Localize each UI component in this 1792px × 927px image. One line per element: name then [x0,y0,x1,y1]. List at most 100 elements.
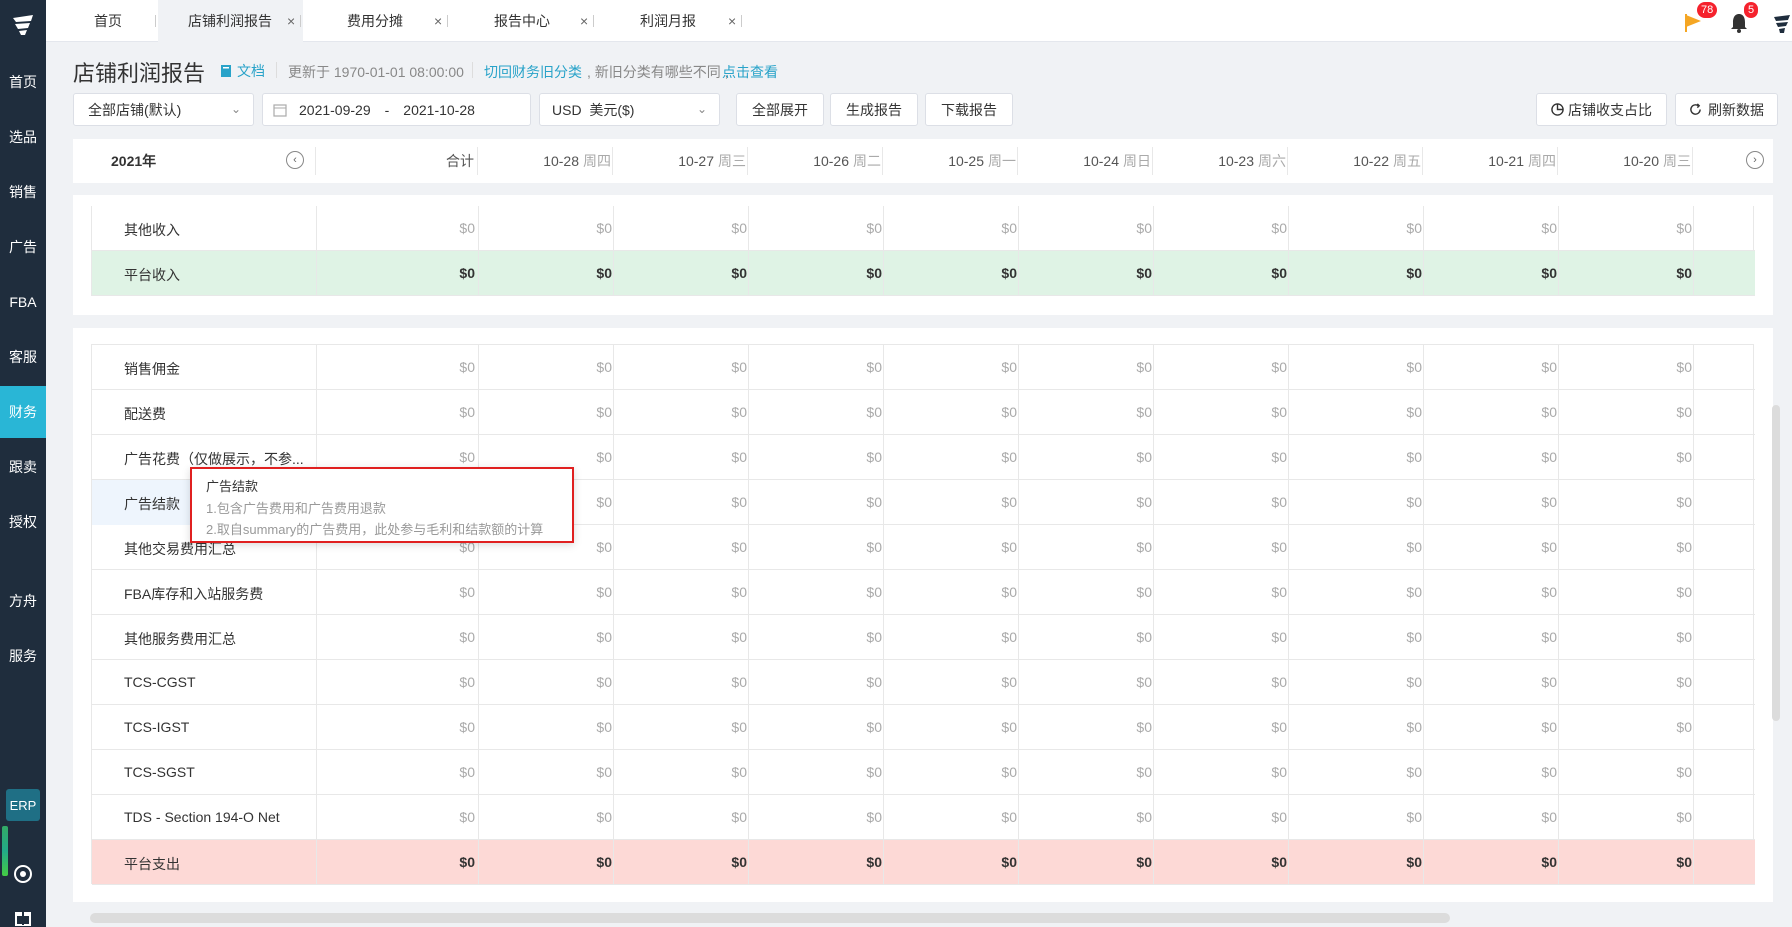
tab-0[interactable]: 首页 [46,0,158,42]
generate-report-button[interactable]: 生成报告 [830,93,918,126]
row-label: 平台支出 [124,856,180,872]
row-value: $0 [1136,404,1152,420]
row-value: $0 [459,359,475,375]
switch-category-link[interactable]: 切回财务旧分类 [484,62,582,82]
table-row[interactable]: 平台支出 $0 $0 $0 $0 $0 $0 $0 $0 $0 $0 [92,840,1755,885]
sidebar-item-0[interactable]: 首页 [0,56,46,108]
sidebar-item-5[interactable]: 客服 [0,331,46,383]
cell-divider [1423,795,1424,840]
column-weekday: 周四 [1528,153,1556,169]
cell-divider [1153,660,1154,705]
row-value: $0 [596,674,612,690]
sidebar-item-1[interactable]: 选品 [0,111,46,163]
tab-4[interactable]: 利润月报 × [596,0,744,42]
currency-select[interactable]: USD 美元($) ⌄ [539,93,720,126]
sidebar-item-10[interactable]: 服务 [0,630,46,682]
column-weekday: 周六 [1258,153,1286,169]
tab-1[interactable]: 店铺利润报告 × [158,0,303,42]
row-value: $0 [596,404,612,420]
cell-divider [1423,705,1424,750]
column-divider [1017,147,1018,175]
erp-button[interactable]: ERP [6,789,40,821]
row-value: $0 [1541,494,1557,510]
table-row[interactable]: TCS-CGST $0 $0 $0 $0 $0 $0 $0 $0 $0 $0 [92,660,1755,705]
table-row[interactable]: FBA库存和入站服务费 $0 $0 $0 $0 $0 $0 $0 $0 $0 $0 [92,570,1755,615]
sidebar-item-7[interactable]: 跟卖 [0,441,46,493]
cell-divider [883,660,884,705]
column-header-2: 10-27 周三 [616,151,746,171]
cell-divider [1558,840,1559,885]
store-select[interactable]: 全部店铺(默认) ⌄ [73,93,254,126]
store-ratio-button[interactable]: 店铺收支占比 [1536,93,1667,126]
sidebar-item-9[interactable]: 方舟 [0,575,46,627]
prev-page-button[interactable]: ‹ [286,151,304,169]
flag-notification[interactable]: 78 [1683,2,1718,36]
expand-all-button[interactable]: 全部展开 [736,93,824,126]
chevron-left-icon: ‹ [293,154,297,166]
download-report-button[interactable]: 下载报告 [925,93,1013,126]
row-value: $0 [1271,359,1287,375]
close-icon[interactable]: × [287,13,295,29]
switch-category-text: , 新旧分类有哪些不同 , [587,64,729,80]
date-end[interactable]: 2021-10-28 [403,102,475,118]
table-row[interactable]: 其他收入 $0 $0 $0 $0 $0 $0 $0 $0 $0 $0 [92,206,1755,251]
cell-divider [883,705,884,750]
row-value: $0 [1001,854,1017,870]
sidebar-item-4[interactable]: FBA [0,276,46,328]
refresh-button[interactable]: 刷新数据 [1675,93,1778,126]
row-value: $0 [866,449,882,465]
row-value: $0 [866,404,882,420]
user-menu[interactable] [1772,6,1792,36]
sidebar-item-2[interactable]: 销售 [0,166,46,218]
vertical-scrollbar[interactable] [1772,405,1780,721]
date-range-picker[interactable]: 2021-09-29 - 2021-10-28 [262,93,531,126]
cell-divider [1558,345,1559,390]
cell-divider [1423,251,1424,296]
cell-divider [1018,206,1019,251]
horizontal-scrollbar[interactable] [90,913,1450,923]
tab-divider [741,15,742,27]
gift-icon[interactable] [11,905,35,927]
view-difference-link[interactable]: 点击查看 [722,62,778,82]
sidebar-item-6[interactable]: 财务 [0,386,46,438]
column-date: 10-20 [1623,153,1659,169]
row-value: $0 [1541,404,1557,420]
tab-2[interactable]: 费用分摊 × [303,0,450,42]
row-value: $0 [1271,404,1287,420]
cell-divider [1288,480,1289,525]
table-row[interactable]: 平台收入 $0 $0 $0 $0 $0 $0 $0 $0 $0 $0 [92,251,1755,296]
table-row[interactable]: 配送费 $0 $0 $0 $0 $0 $0 $0 $0 $0 $0 [92,390,1755,435]
table-row[interactable]: 销售佣金 $0 $0 $0 $0 $0 $0 $0 $0 $0 $0 [92,345,1755,390]
column-date: 10-26 [813,153,849,169]
bell-notification[interactable]: 5 [1726,2,1759,36]
cell-divider [1018,705,1019,750]
cell-divider [1423,206,1424,251]
refresh-circle-icon[interactable] [11,862,35,886]
row-value: $0 [731,265,747,281]
table-row[interactable]: TCS-SGST $0 $0 $0 $0 $0 $0 $0 $0 $0 $0 [92,750,1755,795]
next-page-button[interactable]: › [1746,151,1764,169]
table-row[interactable]: 其他服务费用汇总 $0 $0 $0 $0 $0 $0 $0 $0 $0 $0 [92,615,1755,660]
row-value: $0 [1676,359,1692,375]
row-value: $0 [459,220,475,236]
sidebar-item-3[interactable]: 广告 [0,221,46,273]
tab-3[interactable]: 报告中心 × [450,0,596,42]
row-value: $0 [1136,854,1152,870]
row-value: $0 [1541,629,1557,645]
column-divider [1692,147,1693,175]
sidebar-item-8[interactable]: 授权 [0,496,46,548]
doc-link[interactable]: 文档 [219,61,265,81]
row-value: $0 [1406,764,1422,780]
table-row[interactable]: TCS-IGST $0 $0 $0 $0 $0 $0 $0 $0 $0 $0 [92,705,1755,750]
close-icon[interactable]: × [434,13,442,29]
date-start[interactable]: 2021-09-29 [299,102,371,118]
row-value: $0 [1001,220,1017,236]
row-value: $0 [866,719,882,735]
table-row[interactable]: TDS - Section 194-O Net $0 $0 $0 $0 $0 $0 $0 $0 $… [92,795,1755,840]
row-value: $0 [596,764,612,780]
cell-divider [1288,840,1289,885]
close-icon[interactable]: × [580,13,588,29]
app-logo-icon[interactable] [10,12,36,38]
close-icon[interactable]: × [728,13,736,29]
divider [472,62,473,78]
